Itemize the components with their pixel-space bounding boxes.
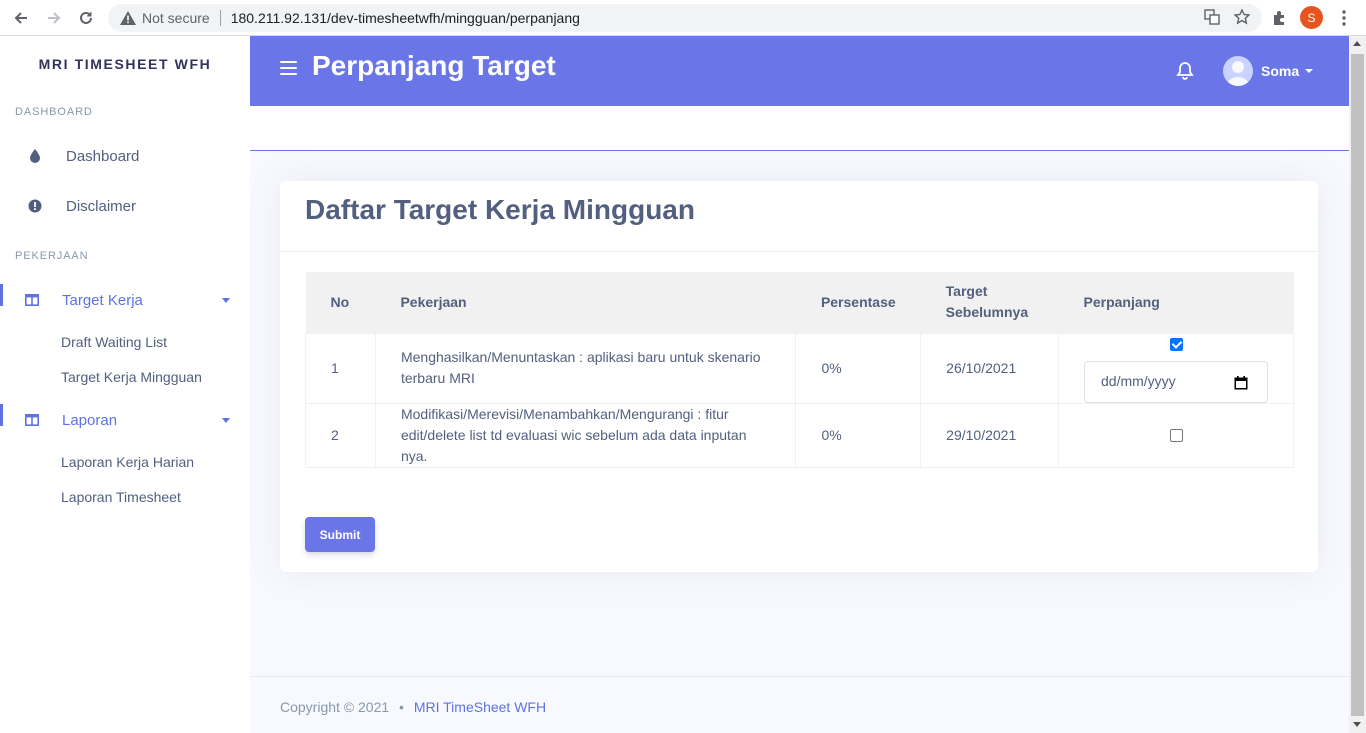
warning-icon[interactable] [120, 10, 136, 26]
table-header-row: No Pekerjaan Persentase Target Sebelumny… [305, 272, 1294, 333]
column-header-pekerjaan: Pekerjaan [400, 293, 467, 310]
table-row: 2 Modifikasi/Merevisi/Menambahkan/Mengur… [305, 402, 1294, 468]
date-input[interactable]: dd/mm/yyyy [1084, 360, 1268, 403]
column-header-no: No [330, 293, 350, 310]
back-icon[interactable] [9, 6, 33, 30]
scrollbar[interactable] [1349, 36, 1366, 733]
sidebar-item-disclaimer[interactable]: Disclaimer [0, 188, 250, 224]
divider [250, 676, 1349, 677]
translate-icon[interactable] [1204, 8, 1220, 28]
cell-no: 2 [305, 402, 376, 468]
table-row: 1 Menghasilkan/Menuntaskan : aplikasi ba… [305, 332, 1294, 404]
date-placeholder: dd/mm/yyyy [1101, 373, 1176, 389]
cell-persentase: 0% [795, 402, 922, 468]
active-indicator [0, 284, 3, 306]
user-name[interactable]: Soma [1261, 63, 1299, 79]
main-content: Perpanjang Target Soma Daftar Target Ker… [250, 36, 1349, 733]
sidebar-item-label: Laporan [62, 411, 118, 429]
sidebar-item-laporan[interactable]: Laporan [0, 402, 250, 438]
cell-target: 26/10/2021 [920, 332, 1059, 404]
bell-icon[interactable] [1175, 61, 1195, 81]
sidebar-item-label: Dashboard [66, 147, 140, 165]
sidebar-item-label: Target Kerja [62, 291, 143, 309]
browser-toolbar: Not secure 180.211.92.131/dev-timesheetw… [0, 0, 1366, 36]
chevron-down-icon[interactable] [222, 297, 230, 303]
cell-no: 1 [305, 332, 376, 404]
security-label[interactable]: Not secure [142, 10, 210, 26]
sidebar-subitem-target-kerja-mingguan[interactable]: Target Kerja Mingguan [61, 369, 202, 385]
star-icon[interactable] [1233, 7, 1251, 28]
table-columns-icon [23, 291, 41, 309]
sidebar-subitem-draft-waiting-list[interactable]: Draft Waiting List [61, 334, 167, 350]
divider [280, 251, 1318, 252]
hamburger-icon[interactable] [280, 61, 297, 75]
target-list-card: Daftar Target Kerja Mingguan No Pekerjaa… [280, 181, 1318, 572]
calendar-icon[interactable] [1234, 375, 1248, 389]
cell-perpanjang [1058, 402, 1294, 468]
chevron-down-icon[interactable] [222, 417, 230, 423]
reload-icon[interactable] [74, 6, 98, 30]
scroll-down-icon[interactable] [1353, 722, 1361, 727]
extensions-icon[interactable] [1268, 7, 1290, 29]
extend-checkbox[interactable] [1169, 338, 1183, 352]
sidebar-item-dashboard[interactable]: Dashboard [0, 138, 250, 174]
footer-separator: • [399, 699, 404, 715]
submit-button[interactable]: Submit [305, 517, 375, 552]
section-heading-dashboard: DASHBOARD [15, 106, 93, 118]
url-text[interactable]: 180.211.92.131/dev-timesheetwfh/mingguan… [231, 10, 580, 26]
column-header-perpanjang: Perpanjang [1083, 293, 1160, 310]
cell-perpanjang: dd/mm/yyyy [1058, 332, 1294, 404]
divider [219, 10, 221, 26]
header-subbar [250, 106, 1349, 151]
cell-pekerjaan: Modifikasi/Merevisi/Menambahkan/Menguran… [374, 402, 797, 468]
footer-link[interactable]: MRI TimeSheet WFH [414, 699, 546, 715]
extend-checkbox[interactable] [1169, 429, 1183, 443]
target-table: No Pekerjaan Persentase Target Sebelumny… [305, 272, 1294, 468]
copyright-text: Copyright © 2021 [280, 699, 390, 715]
info-circle-icon [26, 197, 44, 215]
avatar[interactable] [1223, 56, 1253, 86]
droplet-icon [26, 147, 44, 165]
cell-pekerjaan: Menghasilkan/Menuntaskan : aplikasi baru… [374, 332, 797, 404]
sidebar-item-target-kerja[interactable]: Target Kerja [0, 282, 250, 318]
scrollbar-thumb[interactable] [1351, 54, 1364, 716]
sidebar-subitem-laporan-timesheet[interactable]: Laporan Timesheet [61, 489, 181, 505]
forward-icon[interactable] [42, 6, 66, 30]
footer: Copyright © 2021 • MRI TimeSheet WFH [280, 699, 546, 715]
address-bar[interactable]: Not secure 180.211.92.131/dev-timesheetw… [108, 4, 1262, 32]
active-indicator [0, 404, 3, 426]
page-title: Perpanjang Target [312, 50, 556, 81]
section-heading-pekerjaan: PEKERJAAN [15, 250, 89, 262]
column-header-target-sebelumnya: Target Sebelumnya [945, 283, 1029, 321]
profile-avatar[interactable]: S [1300, 6, 1323, 29]
scroll-up-icon[interactable] [1353, 41, 1361, 46]
cell-persentase: 0% [795, 332, 922, 404]
table-columns-icon [23, 411, 41, 429]
sidebar: MRI TIMESHEET WFH DASHBOARD Dashboard Di… [0, 36, 250, 733]
sidebar-item-label: Disclaimer [66, 197, 137, 215]
sidebar-subitem-laporan-kerja-harian[interactable]: Laporan Kerja Harian [61, 454, 194, 470]
column-header-persentase: Persentase [820, 293, 896, 310]
card-title: Daftar Target Kerja Mingguan [305, 194, 695, 225]
menu-dots-icon[interactable] [1333, 7, 1355, 29]
top-navbar: Perpanjang Target Soma [250, 36, 1349, 106]
cell-target: 29/10/2021 [920, 402, 1059, 468]
brand-logo[interactable]: MRI TIMESHEET WFH [0, 56, 250, 72]
chevron-down-icon[interactable] [1305, 69, 1313, 73]
